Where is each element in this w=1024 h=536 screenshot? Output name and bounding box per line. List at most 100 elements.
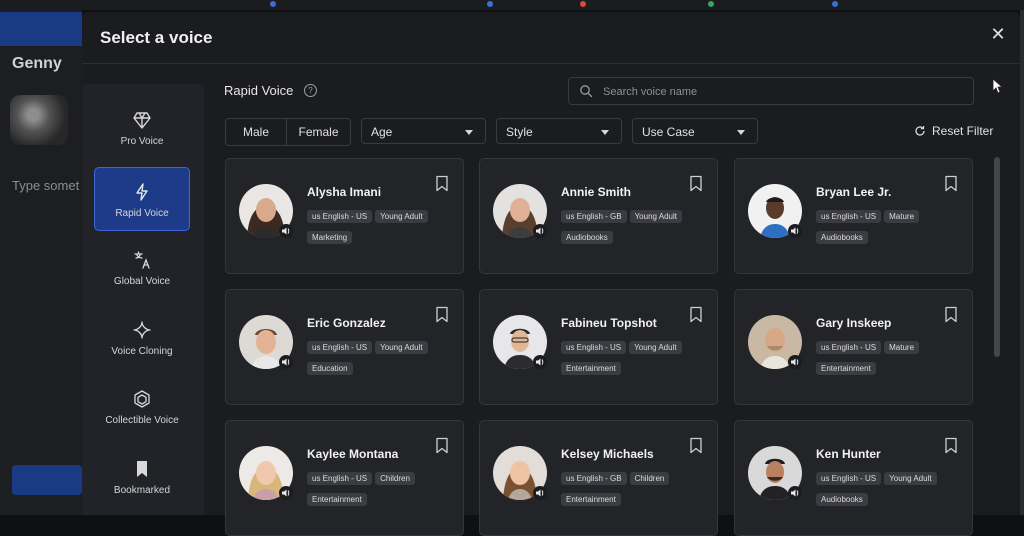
scrollbar-thumb[interactable]: [994, 157, 1000, 357]
translate-icon: [132, 250, 152, 270]
age-tag: Young Adult: [884, 472, 937, 485]
voice-card[interactable]: Ken Hunter us English - US Young Adult Aud…: [734, 420, 973, 536]
speaker-icon[interactable]: [279, 486, 293, 500]
voice-tags: us English - US Young Adult Audiobooks: [816, 468, 966, 510]
age-tag: Mature: [884, 341, 920, 354]
use-case-tag: Audiobooks: [561, 231, 613, 244]
browser-top-strip: [0, 0, 1024, 10]
lightning-icon: [132, 182, 152, 202]
use-case-dropdown[interactable]: Use Case: [632, 118, 758, 144]
speaker-icon[interactable]: [533, 486, 547, 500]
voice-card[interactable]: Alysha Imani us English - US Young Adult M…: [225, 158, 464, 274]
age-tag: Mature: [884, 210, 920, 223]
age-dropdown[interactable]: Age: [361, 118, 486, 144]
voice-card[interactable]: Fabineu Topshot us English - US Young Adu…: [479, 289, 718, 405]
bookmark-icon[interactable]: [944, 306, 958, 323]
voice-tags: us English - US Young Adult Marketing: [307, 206, 457, 248]
reset-filter-label: Reset Filter: [932, 124, 994, 138]
speaker-icon[interactable]: [279, 224, 293, 238]
caret-down-icon: [601, 130, 609, 135]
search-input[interactable]: [601, 82, 965, 102]
speaker-icon[interactable]: [788, 224, 802, 238]
nav-bookmarked[interactable]: Bookmarked: [94, 445, 190, 507]
language-tag: us English - US: [307, 210, 373, 223]
language-tag: us English - US: [816, 341, 882, 354]
filter-male-button[interactable]: Male: [226, 119, 287, 145]
use-case-tag: Entertainment: [561, 493, 621, 506]
reset-filter-button[interactable]: Reset Filter: [914, 124, 993, 138]
language-tag: us English - US: [816, 210, 882, 223]
bookmark-icon[interactable]: [944, 437, 958, 454]
language-tag: us English - US: [307, 341, 373, 354]
language-tag: us English - US: [307, 472, 373, 485]
modal-title: Select a voice: [100, 28, 213, 47]
voice-name: Ken Hunter: [816, 447, 881, 461]
voice-name: Eric Gonzalez: [307, 316, 386, 330]
age-tag: Children: [629, 472, 670, 485]
speaker-icon[interactable]: [279, 355, 293, 369]
voice-name: Kaylee Montana: [307, 447, 399, 461]
caret-down-icon: [737, 130, 745, 135]
background-app-header: [0, 12, 82, 46]
voice-card[interactable]: Gary Inskeep us English - US Mature Entert…: [734, 289, 973, 405]
bookmark-icon[interactable]: [689, 175, 703, 192]
background-app-brand: Genny: [12, 55, 62, 72]
dropdown-label: Style: [506, 125, 533, 139]
bookmark-icon[interactable]: [435, 306, 449, 323]
bookmark-icon[interactable]: [435, 437, 449, 454]
mouse-cursor-icon: [992, 78, 1004, 94]
select-voice-modal: Select a voice ✕ Pro Voice Rapid Voice G…: [82, 12, 1020, 536]
style-dropdown[interactable]: Style: [496, 118, 622, 144]
voice-card[interactable]: Kelsey Michaels us English - GB Children E…: [479, 420, 718, 536]
speaker-icon[interactable]: [533, 224, 547, 238]
age-tag: Young Adult: [375, 210, 428, 223]
tab-favicon-icon: [832, 1, 838, 7]
speaker-icon[interactable]: [533, 355, 547, 369]
bookmark-icon[interactable]: [944, 175, 958, 192]
use-case-tag: Entertainment: [816, 362, 876, 375]
gender-filter: Male Female: [225, 118, 351, 146]
speaker-icon[interactable]: [788, 355, 802, 369]
dropdown-label: Use Case: [642, 125, 695, 139]
tab-favicon-icon: [708, 1, 714, 7]
tab-favicon-icon: [580, 1, 586, 7]
use-case-tag: Audiobooks: [816, 231, 868, 244]
nav-global-voice[interactable]: Global Voice: [94, 236, 190, 298]
nav-label: Global Voice: [113, 276, 171, 287]
bookmark-icon[interactable]: [689, 437, 703, 454]
voice-card[interactable]: Eric Gonzalez us English - US Young Adult…: [225, 289, 464, 405]
use-case-tag: Entertainment: [561, 362, 621, 375]
filter-female-button[interactable]: Female: [287, 119, 350, 145]
voice-category-nav: Pro Voice Rapid Voice Global Voice Voice…: [82, 84, 204, 515]
diamond-icon: [132, 110, 152, 130]
bookmark-icon[interactable]: [435, 175, 449, 192]
nav-collectible-voice[interactable]: Collectible Voice: [94, 375, 190, 437]
nav-voice-cloning[interactable]: Voice Cloning: [94, 306, 190, 368]
voice-card[interactable]: Bryan Lee Jr. us English - US Mature Audio…: [734, 158, 973, 274]
nav-pro-voice[interactable]: Pro Voice: [94, 96, 190, 158]
nav-label: Pro Voice: [120, 136, 164, 147]
bookmark-icon: [132, 459, 152, 479]
voice-card[interactable]: Annie Smith us English - GB Young Adult Au…: [479, 158, 718, 274]
hexagon-icon: [132, 389, 152, 409]
voice-tags: us English - GB Children Entertainment: [561, 468, 711, 510]
speaker-icon[interactable]: [788, 486, 802, 500]
refresh-icon: [914, 125, 926, 137]
tab-favicon-icon: [487, 1, 493, 7]
background-text-input: Type somet: [12, 178, 80, 193]
caret-down-icon: [465, 130, 473, 135]
bookmark-icon[interactable]: [689, 306, 703, 323]
nav-label: Voice Cloning: [111, 346, 173, 357]
voice-card[interactable]: Kaylee Montana us English - US Children En…: [225, 420, 464, 536]
nav-label: Rapid Voice: [115, 208, 169, 219]
section-heading: Rapid Voice: [224, 83, 294, 98]
voice-tags: us English - US Mature Audiobooks: [816, 206, 966, 248]
modal-divider: [82, 63, 1020, 64]
use-case-tag: Marketing: [307, 231, 353, 244]
close-icon[interactable]: ✕: [988, 24, 1008, 44]
nav-rapid-voice[interactable]: Rapid Voice: [94, 167, 190, 231]
background-avatar: [10, 95, 68, 145]
voice-name: Alysha Imani: [307, 185, 382, 199]
voice-tags: us English - GB Young Adult Audiobooks: [561, 206, 711, 248]
help-icon[interactable]: ?: [304, 84, 317, 97]
